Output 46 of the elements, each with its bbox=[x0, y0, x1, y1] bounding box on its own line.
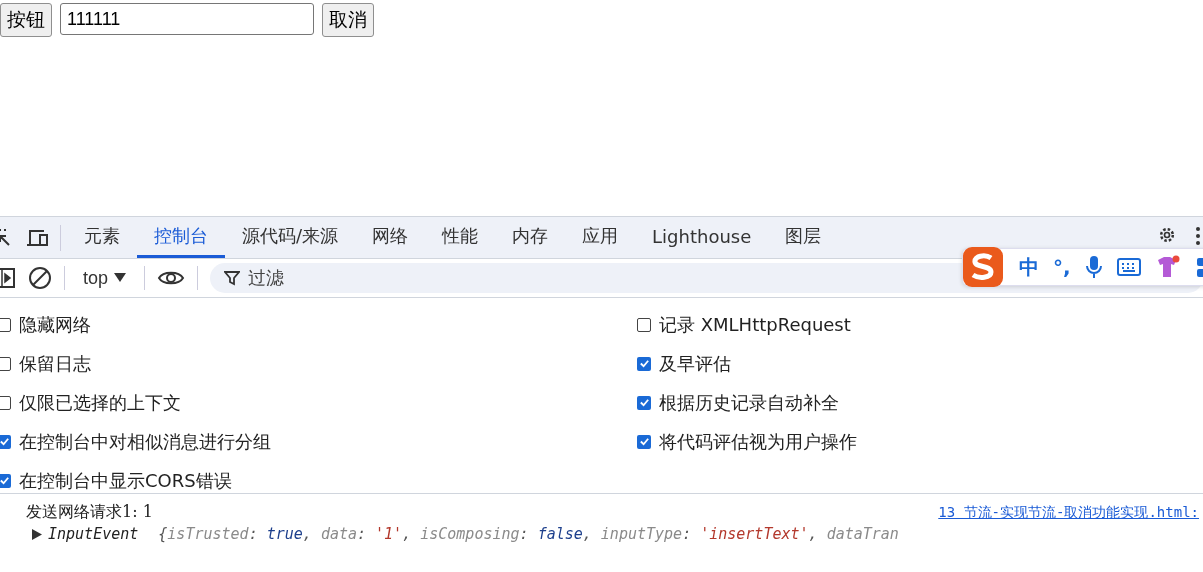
object-name: InputEvent bbox=[48, 525, 139, 543]
setting-option[interactable]: 在控制台中对相似消息进行分组 bbox=[0, 422, 637, 461]
setting-option[interactable]: 记录 XMLHttpRequest bbox=[637, 305, 1203, 344]
grid-icon[interactable] bbox=[1194, 256, 1203, 278]
more-icon[interactable] bbox=[1195, 226, 1201, 246]
devtools-tab[interactable]: 网络 bbox=[355, 217, 426, 258]
caret-icon bbox=[114, 273, 127, 283]
checkbox[interactable] bbox=[0, 356, 11, 371]
setting-option[interactable]: 将代码评估视为用户操作 bbox=[637, 422, 1203, 461]
setting-option[interactable]: 隐藏网络 bbox=[0, 305, 637, 344]
checkbox[interactable] bbox=[0, 317, 11, 332]
setting-option[interactable]: 仅限已选择的上下文 bbox=[0, 383, 637, 422]
microphone-icon[interactable] bbox=[1084, 255, 1103, 279]
checkbox[interactable] bbox=[0, 395, 11, 410]
object-preview: {isTrusted: true, data: '1', isComposing: false, inputType: 'insertText', dataTran bbox=[158, 525, 899, 543]
setting-option[interactable]: 保留日志 bbox=[0, 344, 637, 383]
checkbox[interactable] bbox=[0, 473, 11, 488]
devtools-tab[interactable]: 性能 bbox=[425, 217, 496, 258]
checkbox[interactable] bbox=[637, 395, 651, 410]
devtools-tab[interactable]: Lighthouse bbox=[635, 217, 769, 258]
devtools-tab[interactable]: 图层 bbox=[768, 217, 839, 258]
context-dropdown[interactable]: top bbox=[77, 267, 133, 289]
checkbox[interactable] bbox=[637, 317, 651, 332]
setting-option[interactable]: 根据历史记录自动补全 bbox=[637, 383, 1203, 422]
setting-option[interactable]: 在控制台中显示CORS错误 bbox=[0, 461, 637, 500]
text-input[interactable]: 111111 bbox=[60, 3, 314, 35]
setting-option[interactable]: 及早评估 bbox=[637, 344, 1203, 383]
devtools-tab[interactable]: 控制台 bbox=[137, 217, 225, 258]
checkbox[interactable] bbox=[637, 356, 651, 371]
device-icon[interactable] bbox=[26, 227, 50, 248]
filter-icon bbox=[224, 270, 241, 286]
cancel-button[interactable]: 取消 bbox=[322, 3, 374, 37]
devtools-tab[interactable]: 源代码/来源 bbox=[225, 217, 356, 258]
devtools-tab[interactable]: 元素 bbox=[67, 217, 137, 258]
clear-icon[interactable] bbox=[28, 266, 52, 290]
devtools-tab[interactable]: 内存 bbox=[495, 217, 566, 258]
source-link[interactable]: 13 节流-实现节流-取消功能实现.html: bbox=[938, 503, 1199, 522]
settings-icon[interactable] bbox=[1157, 225, 1177, 245]
checkbox[interactable] bbox=[0, 434, 11, 449]
page-button[interactable]: 按钮 bbox=[0, 3, 52, 37]
log-message: 发送网络请求1: 1 bbox=[26, 502, 153, 523]
expand-icon[interactable] bbox=[32, 528, 42, 540]
checkbox[interactable] bbox=[637, 434, 651, 449]
sidebar-icon[interactable] bbox=[0, 267, 16, 289]
devtools-tab[interactable]: 应用 bbox=[565, 217, 636, 258]
keyboard-icon[interactable] bbox=[1116, 257, 1141, 277]
